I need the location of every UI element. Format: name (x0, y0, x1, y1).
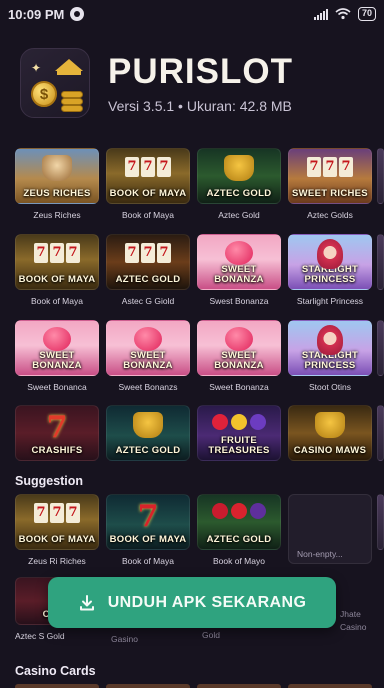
game-thumbnail: CASINO MAWS (288, 405, 372, 461)
card-tile-partial[interactable] (197, 684, 281, 688)
game-tile[interactable]: FRUITE TREASURES (197, 405, 281, 461)
game-thumbnail: ZEUS RICHES (15, 148, 99, 204)
placeholder-caption: Non-enpty... (297, 549, 343, 559)
notification-icon (70, 7, 85, 21)
game-tile[interactable]: SWEET BONANZA Sweet Bonanza (197, 320, 281, 392)
game-caption: Book of Maya (122, 556, 174, 566)
game-tile[interactable]: 7 7 7 BOOK OF MAYA Book of Maya (15, 234, 99, 306)
game-caption: Casino (340, 622, 367, 632)
game-thumbnail-placeholder: Non-enpty... (288, 494, 372, 564)
game-thumbnail: 7 7 7 AZTEC GOLD (106, 234, 190, 290)
suggestion-tile[interactable]: AZTEC GOLD Book of Mayo (197, 494, 281, 566)
game-tile-partial[interactable] (377, 494, 384, 550)
game-tile[interactable]: STARLIGHT PRINCESS Stoot Otins (288, 320, 372, 392)
game-thumbnail: STARLIGHT PRINCESS (288, 320, 372, 376)
game-tile-partial[interactable] (377, 234, 384, 290)
app-header: ✦ $ PURISLOT Versi 3.5.1 • Ukuran: 42.8 … (20, 48, 293, 118)
card-tile-partial[interactable] (15, 684, 99, 688)
game-thumbnail: SWEET BONANZA (197, 320, 281, 376)
game-tile[interactable]: 7 7 7 AZTEC GOLD Astec G Giold (106, 234, 190, 306)
game-thumbnail: FRUITE TREASURES (197, 405, 281, 461)
game-tile[interactable]: CASINO MAWS (288, 405, 372, 461)
game-thumbnail: 7 BOOK OF MAYA (106, 494, 190, 550)
status-time: 10:09 PM (8, 6, 65, 22)
game-caption: Swest Bonanza (209, 296, 269, 306)
game-thumbnail: SWEET BONANZA (197, 234, 281, 290)
game-tile-partial[interactable] (377, 320, 384, 376)
game-caption: Zeus Ri Riches (28, 556, 86, 566)
game-thumbnail: SWEET BONANZA (15, 320, 99, 376)
game-caption: Astec G Giold (121, 296, 175, 306)
download-icon (79, 594, 94, 610)
game-tile-partial[interactable] (377, 148, 384, 204)
app-logo-icon: ✦ $ (20, 48, 90, 118)
game-caption: Sweet Bonanca (27, 382, 87, 392)
game-caption: Book of Mayo (213, 556, 265, 566)
game-tile[interactable]: 7 7 7 BOOK OF MAYA Book of Maya (106, 148, 190, 220)
game-caption: Book of Maya (31, 296, 83, 306)
game-tile-partial[interactable] (377, 405, 384, 461)
game-caption: Book of Maya (122, 210, 174, 220)
game-tile[interactable]: ZEUS RICHES Zeus Riches (15, 148, 99, 220)
game-caption: Stoot Otins (308, 382, 352, 392)
game-caption: Jhate (340, 609, 361, 619)
game-tile[interactable]: SWEET BONANZA Sweet Bonanca (15, 320, 99, 392)
game-caption: Gold (202, 630, 220, 640)
game-thumbnail: 7 7 7 BOOK OF MAYA (106, 148, 190, 204)
game-caption: Aztec Gold (218, 210, 260, 220)
game-thumbnail: AZTEC GOLD (197, 494, 281, 550)
game-caption: Aztec Golds (307, 210, 353, 220)
signal-icon (313, 8, 328, 20)
game-caption: Sweet Bonanzs (118, 382, 178, 392)
suggestion-tile[interactable]: 7 BOOK OF MAYA Book of Maya (106, 494, 190, 566)
game-thumbnail: AZTEC GOLD (106, 405, 190, 461)
game-caption: Starlight Princess (296, 296, 364, 306)
game-tile[interactable]: AZTEC GOLD (106, 405, 190, 461)
game-thumbnail: 7 7 7 SWEET RICHES (288, 148, 372, 204)
suggestion-tile[interactable]: 7 7 7 BOOK OF MAYA Zeus Ri Riches (15, 494, 99, 566)
game-caption: Aztec S Gold (15, 631, 65, 641)
game-thumbnail: AZTEC GOLD (197, 148, 281, 204)
card-tile-partial[interactable] (106, 684, 190, 688)
download-apk-button[interactable]: UNDUH APK SEKARANG (48, 577, 336, 628)
game-caption: Zeus Riches (33, 210, 81, 220)
suggestion-heading: Suggestion (15, 474, 84, 488)
battery-icon: 70 (357, 7, 376, 21)
game-tile[interactable]: SWEET BONANZA Sweet Bonanzs (106, 320, 190, 392)
game-tile[interactable]: 7 7 7 SWEET RICHES Aztec Golds (288, 148, 372, 220)
status-bar: 10:09 PM 70 (0, 0, 384, 28)
game-tile[interactable]: AZTEC GOLD Aztec Gold (197, 148, 281, 220)
game-caption: Sweet Bonanza (209, 382, 269, 392)
wifi-icon (335, 8, 351, 20)
game-caption: Gasino (111, 634, 138, 644)
download-button-label: UNDUH APK SEKARANG (107, 593, 307, 611)
game-tile[interactable]: SWEET BONANZA Swest Bonanza (197, 234, 281, 306)
game-thumbnail: 7 7 7 BOOK OF MAYA (15, 494, 99, 550)
casino-cards-heading: Casino Cards (15, 664, 96, 678)
app-title: PURISLOT (108, 52, 293, 91)
game-thumbnail: SWEET BONANZA (106, 320, 190, 376)
game-thumbnail: 7 7 7 BOOK OF MAYA (15, 234, 99, 290)
card-tile-partial[interactable] (288, 684, 372, 688)
game-tile[interactable]: STARLIGHT PRINCESS Starlight Princess (288, 234, 372, 306)
game-thumbnail: STARLIGHT PRINCESS (288, 234, 372, 290)
suggestion-tile[interactable]: Non-enpty... (288, 494, 372, 564)
game-tile[interactable]: 7 CRASHIFS (15, 405, 99, 461)
app-version-size: Versi 3.5.1 • Ukuran: 42.8 MB (108, 98, 292, 114)
game-thumbnail: 7 CRASHIFS (15, 405, 99, 461)
